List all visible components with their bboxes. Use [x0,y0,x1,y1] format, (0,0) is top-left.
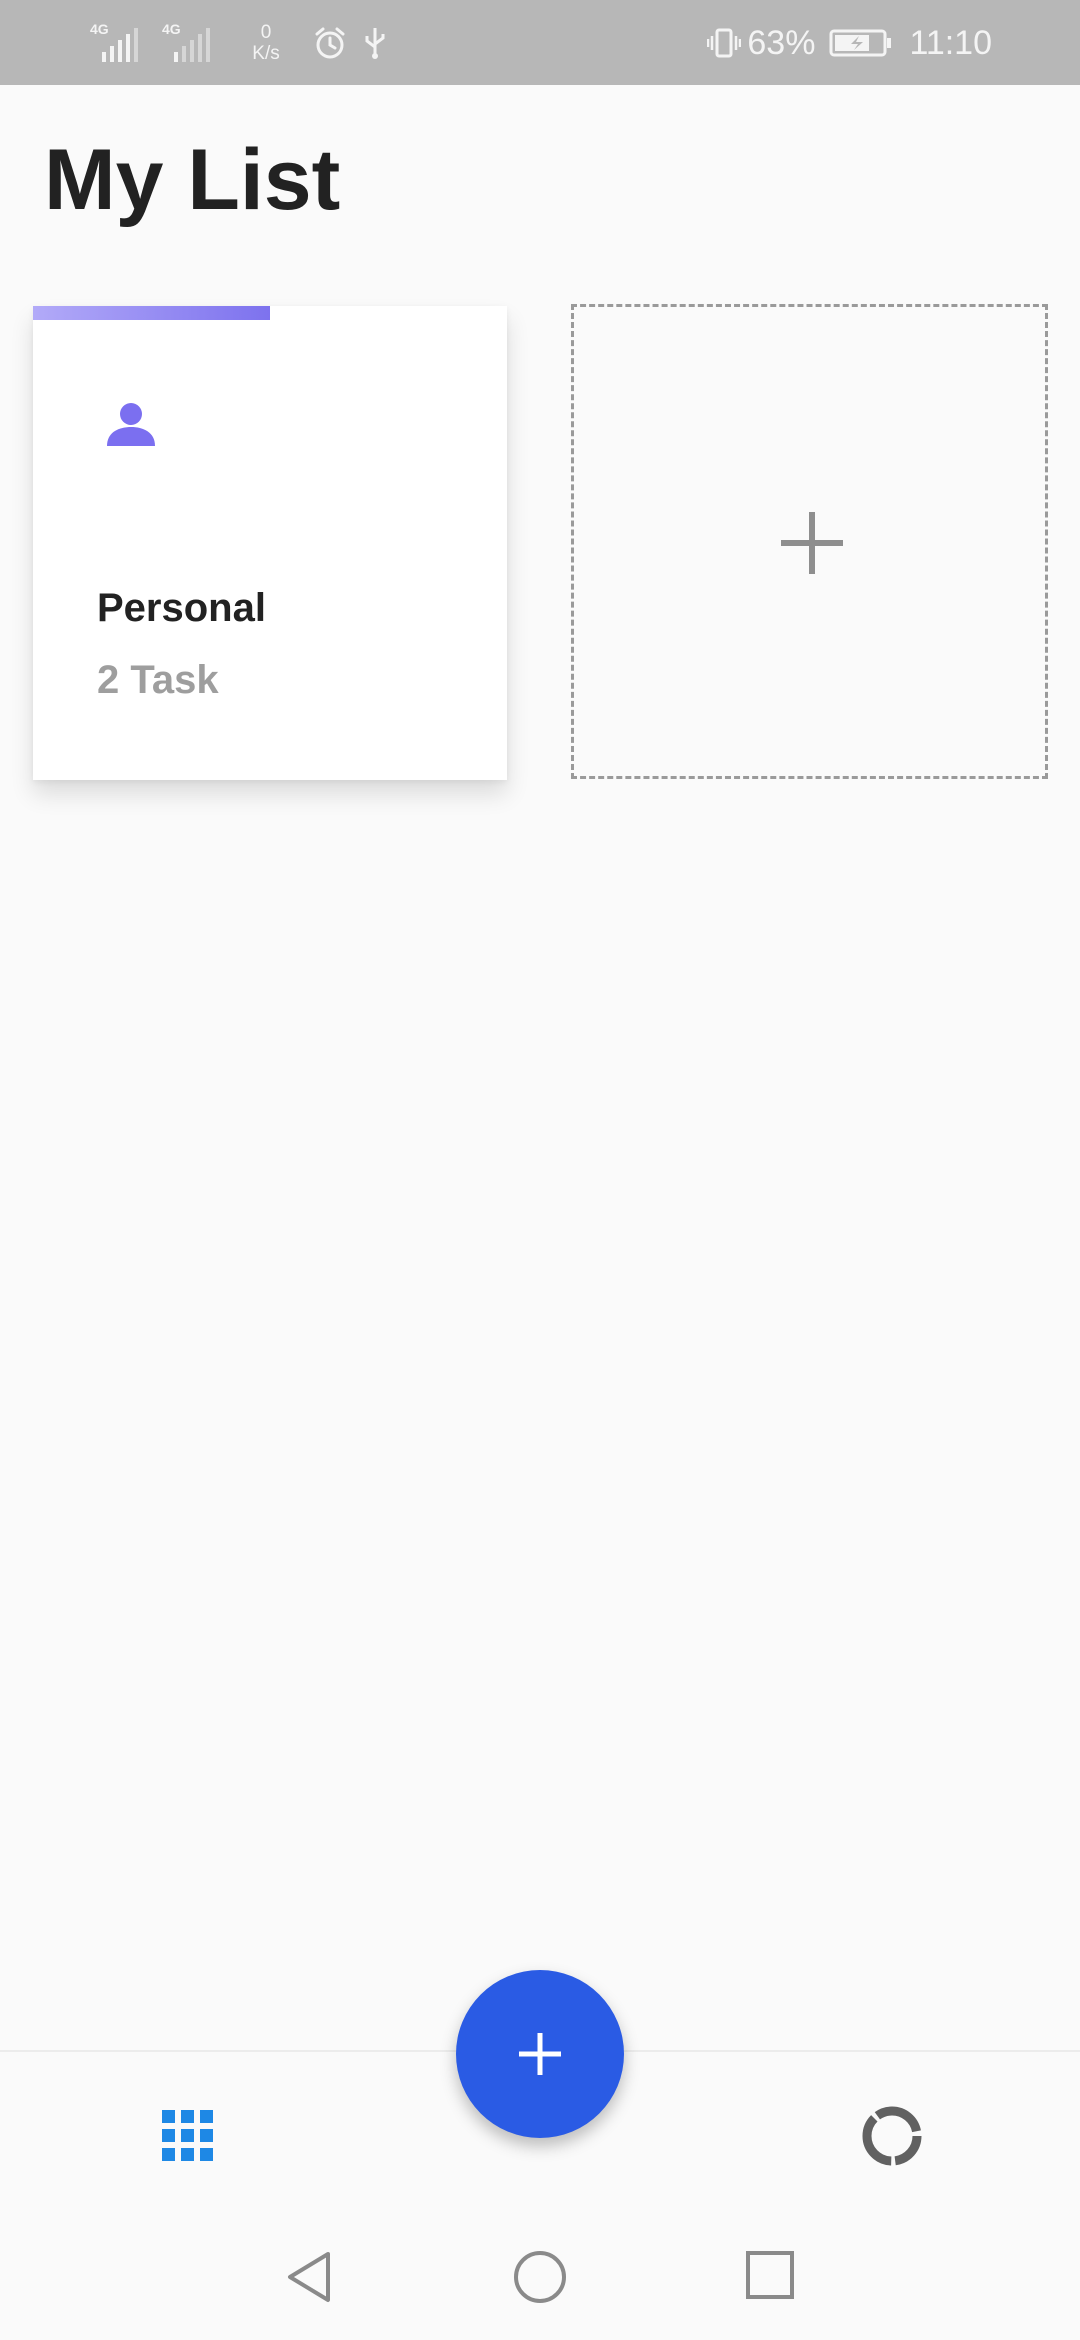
battery-percent: 63% [747,23,816,62]
page-title: My List [44,132,341,228]
speed-unit: K/s [252,43,280,64]
home-icon[interactable] [513,2250,567,2304]
list-card-personal[interactable]: Personal 2 Task [33,306,507,780]
status-right: 63% 11:10 [707,18,992,68]
add-list-button[interactable] [571,304,1048,779]
signal-icon-1: 4G [88,20,146,66]
recents-icon[interactable] [745,2250,795,2300]
speed-value: 0 [260,22,272,43]
clock: 11:10 [909,23,992,62]
plus-icon [781,512,843,574]
plus-icon [519,2033,561,2075]
person-icon [107,403,155,446]
add-task-fab[interactable] [456,1970,624,2138]
system-nav-bar [0,2212,1080,2340]
status-left: 4G 4G 0 K/s [88,18,388,68]
list-task-count: 2 Task [97,658,219,702]
list-progress-bar [33,306,507,320]
list-progress-fill [33,306,270,320]
back-icon[interactable] [284,2250,334,2304]
vibrate-icon [707,28,742,58]
network-speed: 0 K/s [244,22,288,64]
signal-icon-2: 4G [160,20,218,66]
status-bar: 4G 4G 0 K/s 63% 11:10 [0,0,1080,85]
battery-icon [829,29,892,57]
grid-icon[interactable] [162,2110,214,2162]
usb-icon [365,28,385,59]
list-name: Personal [97,586,266,630]
donut-chart-icon[interactable] [860,2104,924,2168]
alarm-icon [315,27,345,59]
